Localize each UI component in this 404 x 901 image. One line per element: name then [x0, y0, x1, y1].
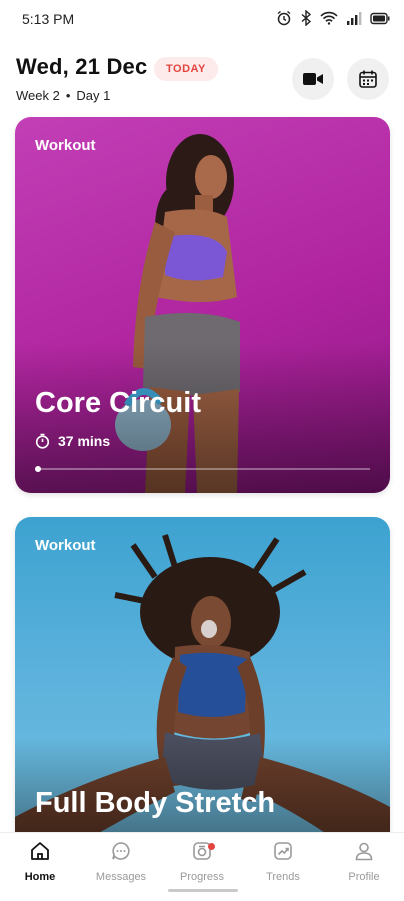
card-duration: 37 mins [35, 433, 110, 449]
stopwatch-icon [35, 433, 50, 449]
card-title: Core Circuit [35, 387, 201, 419]
nav-label: Messages [95, 871, 147, 883]
status-icons [276, 10, 390, 26]
nav-item-home[interactable]: Home [0, 839, 80, 883]
week-day-subtitle: Week 2 • Day 1 [16, 88, 110, 103]
calendar-icon [359, 70, 377, 88]
status-bar: 5:13 PM [0, 0, 404, 40]
card-tag: Workout [35, 537, 96, 554]
nav-label: Progress [179, 871, 225, 883]
card-tag: Workout [35, 137, 96, 154]
workout-card-core-circuit[interactable]: Workout Core Circuit 37 mins [15, 117, 390, 493]
alarm-icon [277, 10, 291, 26]
bluetooth-icon [301, 10, 312, 26]
nav-label: Profile [348, 871, 380, 883]
progress-indicator [35, 466, 41, 472]
today-badge: TODAY [154, 57, 218, 81]
page-title: Wed, 21 Dec [16, 54, 148, 79]
nav-item-trends[interactable]: Trends [243, 839, 323, 883]
trends-icon [274, 842, 292, 860]
status-time: 5:13 PM [22, 11, 75, 27]
notification-dot [208, 843, 215, 850]
separator: • [65, 88, 71, 103]
battery-icon [370, 12, 390, 24]
card-title: Full Body Stretch [35, 787, 276, 819]
video-button[interactable] [292, 58, 334, 100]
nav-item-messages[interactable]: Messages [81, 839, 161, 883]
video-camera-icon [303, 73, 323, 85]
calendar-button[interactable] [347, 58, 389, 100]
wifi-icon [320, 11, 338, 25]
workout-card-full-body-stretch[interactable]: Workout Full Body Stretch [15, 517, 390, 847]
nav-label: Home [24, 871, 56, 883]
nav-item-profile[interactable]: Profile [324, 839, 404, 883]
profile-icon [355, 842, 373, 861]
nav-label: Trends [266, 871, 300, 883]
nav-item-progress[interactable]: Progress [162, 839, 242, 883]
chat-icon [112, 842, 130, 860]
signal-icon [347, 12, 362, 25]
workout-progress-bar [35, 466, 370, 472]
day-label: Day 1 [76, 88, 111, 103]
week-label: Week 2 [16, 88, 60, 103]
home-icon [31, 842, 49, 860]
home-indicator [168, 889, 238, 892]
duration-label: 37 mins [58, 433, 111, 449]
